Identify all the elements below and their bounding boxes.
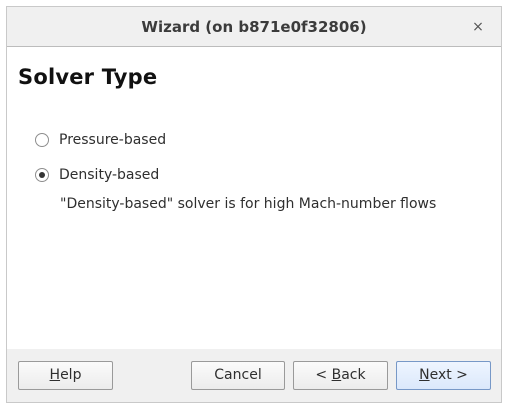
close-button[interactable]: × xyxy=(469,18,487,36)
back-button-text: ack xyxy=(341,367,366,383)
pressure-based-option[interactable]: Pressure-based xyxy=(35,130,166,150)
density-based-option[interactable]: Density-based xyxy=(35,165,159,185)
radio-unchecked-icon[interactable] xyxy=(35,133,49,147)
solver-description: "Density-based" solver is for high Mach-… xyxy=(60,196,437,212)
help-button[interactable]: Help xyxy=(18,361,113,390)
close-icon: × xyxy=(472,19,484,35)
title-bar: Wizard (on b871e0f32806) × xyxy=(7,7,501,47)
radio-checked-icon[interactable] xyxy=(35,168,49,182)
help-button-text: elp xyxy=(60,367,82,383)
window-title: Wizard (on b871e0f32806) xyxy=(141,18,367,36)
pressure-based-label: Pressure-based xyxy=(59,132,167,148)
cancel-button[interactable]: Cancel xyxy=(191,361,285,390)
wizard-content: Solver Type Pressure-based Density-based… xyxy=(7,47,501,350)
back-button[interactable]: < Back xyxy=(293,361,388,390)
next-button[interactable]: Next > xyxy=(396,361,491,390)
help-mnemonic: H xyxy=(49,367,61,383)
next-mnemonic: N xyxy=(419,367,430,383)
cancel-button-label: Cancel xyxy=(214,367,262,383)
back-mnemonic: B xyxy=(331,367,342,383)
back-prefix: < xyxy=(315,367,332,383)
page-title: Solver Type xyxy=(18,65,158,89)
wizard-footer: Help Cancel < Back Next > xyxy=(7,349,501,402)
density-based-label: Density-based xyxy=(59,167,160,183)
wizard-window: Wizard (on b871e0f32806) × Solver Type P… xyxy=(6,6,502,403)
next-button-text: ext > xyxy=(429,367,468,383)
